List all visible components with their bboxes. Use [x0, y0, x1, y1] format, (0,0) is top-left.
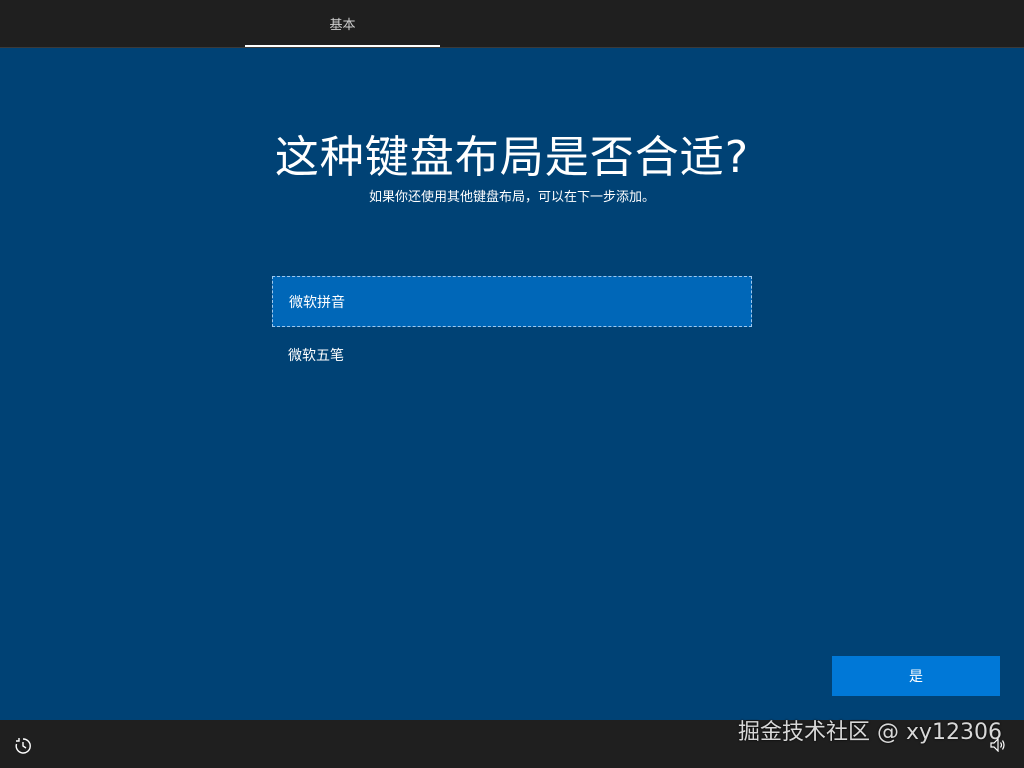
- keyboard-option-label: 微软五笔: [288, 347, 344, 364]
- yes-button[interactable]: 是: [832, 656, 1000, 696]
- page-subtitle: 如果你还使用其他键盘布局，可以在下一步添加。: [368, 190, 655, 205]
- page-title: 这种键盘布局是否合适?: [274, 132, 750, 183]
- tab-basics[interactable]: 基本: [245, 0, 440, 47]
- bottom-bar: 掘金技术社区 @ xy12306: [0, 720, 1024, 768]
- tab-label: 基本: [329, 18, 356, 33]
- keyboard-option-label: 微软拼音: [289, 294, 345, 311]
- accessibility-icon[interactable]: [14, 737, 32, 755]
- volume-icon[interactable]: [990, 738, 1006, 752]
- watermark: 掘金技术社区 @ xy12306: [737, 720, 1002, 745]
- top-bar: 基本: [0, 0, 1024, 48]
- top-bar-divider: [0, 47, 1024, 48]
- keyboard-option-microsoft-pinyin[interactable]: 微软拼音: [272, 276, 752, 327]
- keyboard-option-microsoft-wubi[interactable]: 微软五笔: [272, 329, 752, 380]
